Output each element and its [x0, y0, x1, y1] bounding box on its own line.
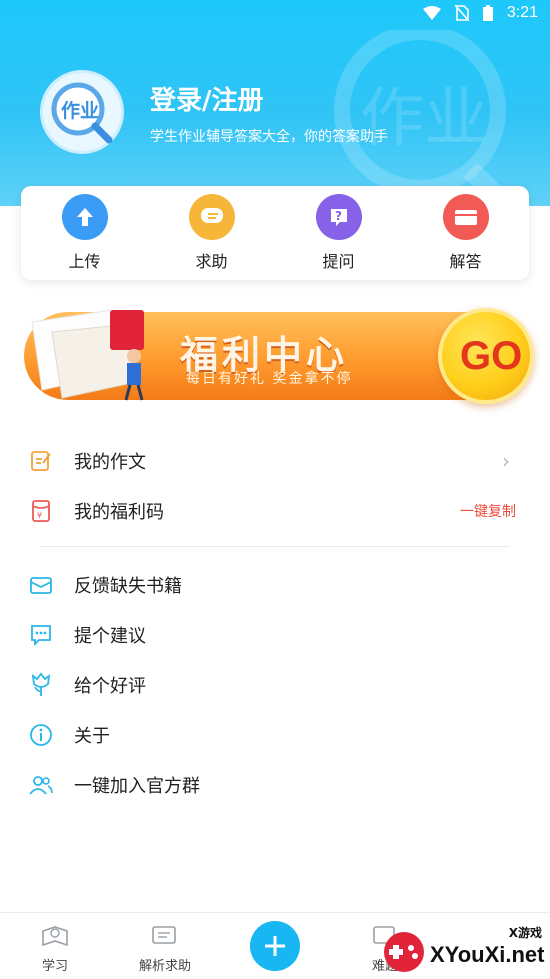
watermark-top-text: X游戏 — [508, 926, 542, 940]
plus-icon — [265, 936, 285, 956]
edit-note-icon — [28, 448, 54, 474]
about-item[interactable]: 关于 — [0, 710, 550, 760]
ask-question-button[interactable]: ? 提问 — [284, 194, 394, 272]
suggestion-label: 提个建议 — [74, 626, 146, 647]
tab-study-label: 学习 — [41, 959, 68, 974]
answer-button[interactable]: 解答 — [411, 194, 521, 272]
join-official-group-item[interactable]: 一键加入官方群 — [0, 760, 550, 810]
chat-bubble-icon — [188, 194, 235, 240]
feedback-missing-books-item[interactable]: 反馈缺失书籍 — [0, 560, 550, 610]
svg-text:作业: 作业 — [61, 99, 99, 122]
rate-app-label: 给个好评 — [74, 676, 146, 697]
svg-text:¥: ¥ — [37, 511, 42, 520]
about-label: 关于 — [74, 726, 110, 747]
seek-help-label: 求助 — [195, 252, 228, 271]
folder-icon — [442, 194, 489, 240]
banner-subtitle: 每日有好礼 奖金拿不停 — [186, 371, 353, 387]
no-sim-icon — [454, 5, 469, 21]
add-button[interactable] — [250, 921, 300, 971]
ask-question-label: 提问 — [322, 252, 355, 271]
mail-icon — [28, 572, 54, 598]
my-welfare-code-item[interactable]: ¥ 我的福利码 一键复制 — [0, 486, 550, 536]
watermark-text: XYouXi.net — [430, 942, 545, 967]
status-bar: 3:21 — [0, 0, 550, 28]
tab-study[interactable]: 学习 — [0, 913, 110, 979]
my-essays-label: 我的作文 — [74, 452, 146, 473]
my-essays-item[interactable]: 我的作文 › — [0, 436, 550, 486]
papers-illustration-icon — [31, 309, 144, 401]
header-subtitle: 学生作业辅导答案大全，你的答案助手 — [150, 129, 388, 145]
tab-analysis-help-label: 解析求助 — [138, 959, 191, 974]
rate-app-item[interactable]: 给个好评 — [0, 660, 550, 710]
info-icon — [28, 722, 54, 748]
svg-text:?: ? — [335, 209, 342, 223]
join-official-group-label: 一键加入官方群 — [74, 776, 200, 797]
status-time: 3:21 — [506, 4, 538, 21]
upload-label: 上传 — [68, 252, 101, 271]
group-icon — [28, 772, 54, 798]
study-icon — [42, 926, 68, 947]
welfare-center-banner[interactable]: 福利中心 每日有好礼 奖金拿不停 GO — [14, 302, 534, 410]
go-label: GO — [460, 334, 523, 378]
my-welfare-code-label: 我的福利码 — [74, 502, 164, 523]
upload-icon — [61, 194, 108, 240]
answer-label: 解答 — [449, 252, 482, 271]
go-button[interactable]: GO — [438, 308, 534, 404]
flower-icon — [28, 672, 54, 698]
seek-help-button[interactable]: 求助 — [157, 194, 267, 272]
copy-code-button[interactable]: 一键复制 — [460, 501, 516, 521]
profile-header: 作业 3:21 作业 登录/注册 学生作业辅导答案大全，你的答案助手 — [0, 0, 550, 206]
suggestion-item[interactable]: 提个建议 — [0, 610, 550, 660]
homework-watermark-icon: 作业 — [334, 30, 522, 206]
help-icon — [152, 926, 176, 944]
question-icon: ? — [315, 194, 362, 240]
battery-icon — [482, 5, 493, 21]
tab-analysis-help[interactable]: 解析求助 — [110, 913, 220, 979]
comment-dots-icon — [28, 622, 54, 648]
app-logo[interactable]: 作业 — [40, 70, 124, 154]
quick-actions-card: 上传 求助 ? 提问 解答 — [21, 186, 529, 280]
yen-coupon-icon: ¥ — [28, 498, 54, 524]
homework-magnifier-icon: 作业 — [51, 82, 113, 144]
gamepad-logo-icon — [384, 932, 424, 972]
login-register-link[interactable]: 登录/注册 — [150, 80, 264, 117]
feedback-missing-books-label: 反馈缺失书籍 — [74, 576, 182, 597]
upload-button[interactable]: 上传 — [30, 194, 140, 272]
menu-divider — [40, 546, 510, 547]
chevron-right-icon: › — [502, 449, 510, 473]
site-watermark: X游戏 XYouXi.net — [380, 920, 550, 979]
wifi-icon — [422, 6, 441, 20]
